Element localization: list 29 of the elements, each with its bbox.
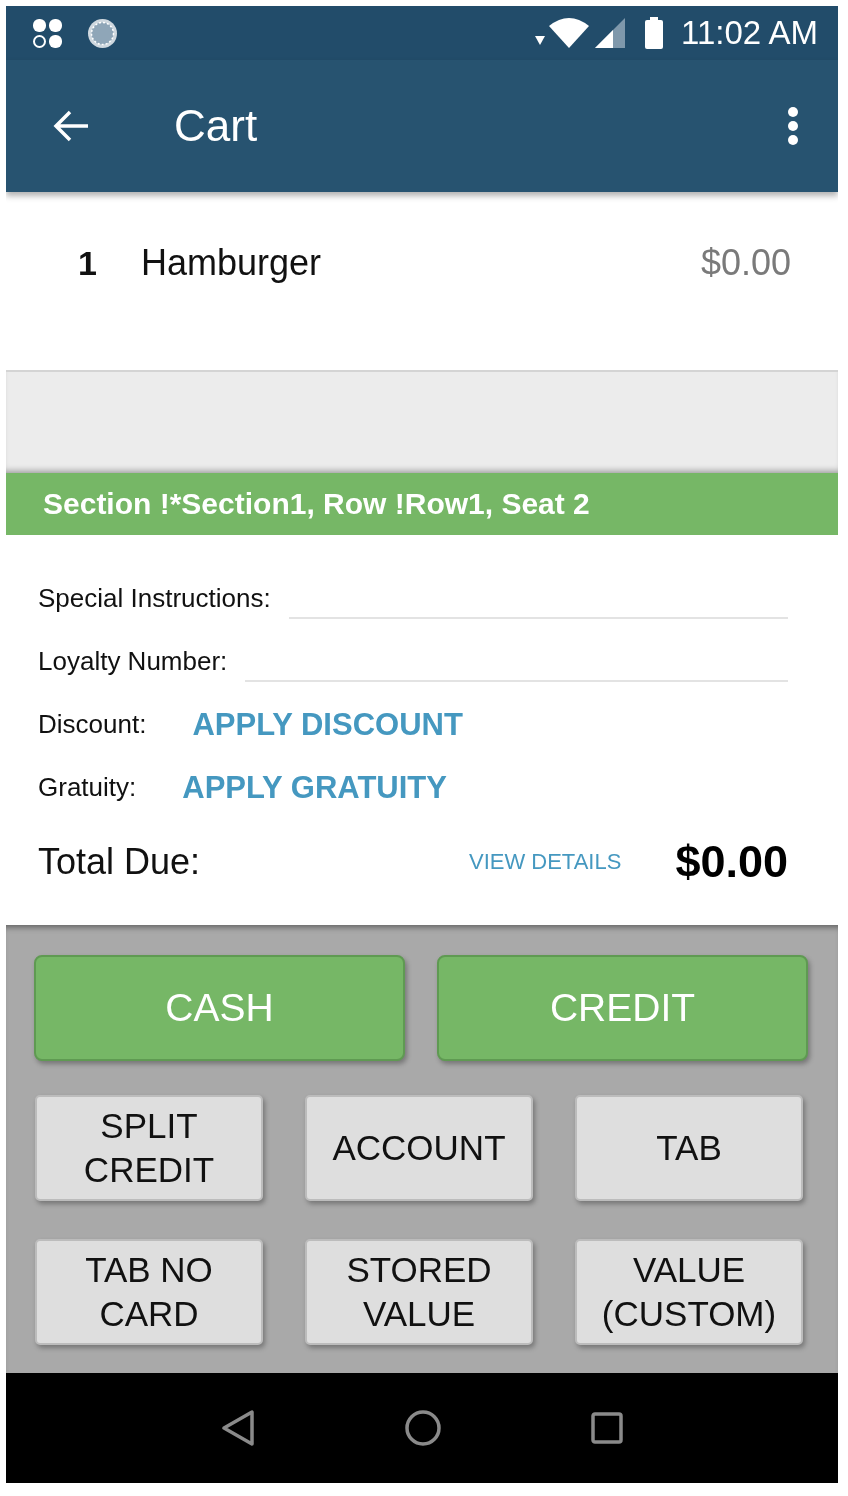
clover-icon [32, 17, 63, 49]
payment-button[interactable]: VALUE (CUSTOM) [575, 1239, 803, 1345]
back-arrow-icon[interactable] [52, 109, 90, 143]
signal-icon [595, 18, 625, 48]
home-icon[interactable] [405, 1410, 441, 1446]
item-name: Hamburger [141, 242, 323, 284]
item-price: $0.00 [700, 242, 791, 284]
field-label: Special Instructions: [38, 583, 271, 614]
payment-button[interactable]: TAB NO CARD [35, 1239, 263, 1345]
seat-text: Section !*Section1, Row !Row1, Seat 2 [43, 487, 590, 521]
more-options-icon[interactable] [788, 107, 798, 145]
field-label: Discount: [38, 709, 147, 740]
payment-button[interactable]: STORED VALUE [305, 1239, 533, 1345]
field-label: Gratuity: [38, 772, 137, 803]
screen-title: Cart [174, 101, 259, 151]
item-quantity: 1 [78, 243, 98, 283]
payment-button[interactable]: TAB [575, 1095, 803, 1201]
battery-icon [645, 17, 663, 49]
dotted-circle-icon [87, 17, 118, 49]
total-amount: $0.00 [675, 836, 788, 888]
triangle-icon [535, 35, 545, 45]
back-icon[interactable] [221, 1410, 255, 1446]
wifi-icon [549, 18, 589, 48]
status-time: 11:02 AM [681, 14, 818, 52]
payment-button[interactable]: ACCOUNT [305, 1095, 533, 1201]
recents-icon[interactable] [591, 1412, 623, 1444]
field-label: Loyalty Number: [38, 646, 228, 677]
payment-button[interactable]: SPLIT CREDIT [35, 1095, 263, 1201]
total-label: Total Due: [38, 841, 202, 883]
